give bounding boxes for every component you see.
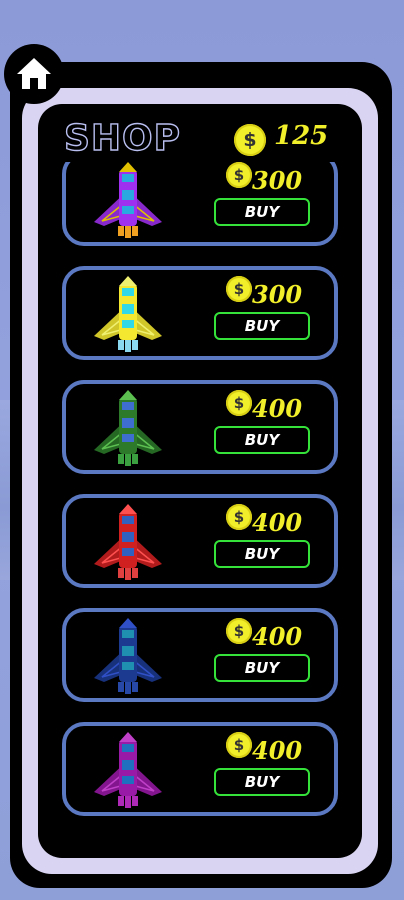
buy-button[interactable]: BUY bbox=[214, 654, 310, 682]
spaceship-icon bbox=[94, 732, 162, 808]
coin-icon: $ bbox=[226, 618, 252, 644]
coin-symbol: $ bbox=[233, 166, 245, 184]
shop-title: SHOP bbox=[63, 117, 182, 159]
shop-item-3: $ 400 BUY bbox=[62, 380, 338, 474]
home-icon bbox=[17, 58, 51, 89]
spaceship-icon bbox=[94, 618, 162, 694]
coin-icon: $ bbox=[226, 276, 252, 302]
coin-symbol: $ bbox=[233, 394, 245, 412]
home-button[interactable] bbox=[4, 44, 64, 104]
coin-icon: $ bbox=[226, 732, 252, 758]
spaceship-icon bbox=[94, 504, 162, 580]
coin-icon: $ bbox=[226, 504, 252, 530]
coin-icon: $ bbox=[226, 162, 252, 188]
coin-symbol: $ bbox=[233, 736, 245, 754]
shop-item-list[interactable]: $ 300 BUY $ 300 BUY $ 400 BUY $ 400 BUY … bbox=[38, 162, 362, 858]
buy-button[interactable]: BUY bbox=[214, 426, 310, 454]
item-price: 300 bbox=[252, 166, 303, 195]
coin-symbol: $ bbox=[243, 129, 257, 151]
spaceship-icon bbox=[94, 390, 162, 466]
item-price: 300 bbox=[252, 280, 303, 309]
shop-item-5: $ 400 BUY bbox=[62, 608, 338, 702]
buy-button[interactable]: BUY bbox=[214, 198, 310, 226]
buy-button[interactable]: BUY bbox=[214, 540, 310, 568]
shop-item-4: $ 400 BUY bbox=[62, 494, 338, 588]
buy-button[interactable]: BUY bbox=[214, 768, 310, 796]
shop-item-6: $ 400 BUY bbox=[62, 722, 338, 816]
item-price: 400 bbox=[252, 736, 303, 765]
shop-item-1: $ 300 BUY bbox=[62, 162, 338, 246]
coin-symbol: $ bbox=[233, 508, 245, 526]
shop-panel: SHOP $ 125 $ 300 BUY $ 300 BUY $ 400 BUY… bbox=[38, 104, 362, 858]
coin-balance: 125 bbox=[274, 121, 329, 151]
spaceship-icon bbox=[94, 162, 162, 238]
item-price: 400 bbox=[252, 394, 303, 423]
item-price: 400 bbox=[252, 508, 303, 537]
buy-button[interactable]: BUY bbox=[214, 312, 310, 340]
item-price: 400 bbox=[252, 622, 303, 651]
coin-symbol: $ bbox=[233, 622, 245, 640]
coin-icon: $ bbox=[234, 124, 266, 156]
coin-symbol: $ bbox=[233, 280, 245, 298]
shop-item-2: $ 300 BUY bbox=[62, 266, 338, 360]
coin-icon: $ bbox=[226, 390, 252, 416]
spaceship-icon bbox=[94, 276, 162, 352]
